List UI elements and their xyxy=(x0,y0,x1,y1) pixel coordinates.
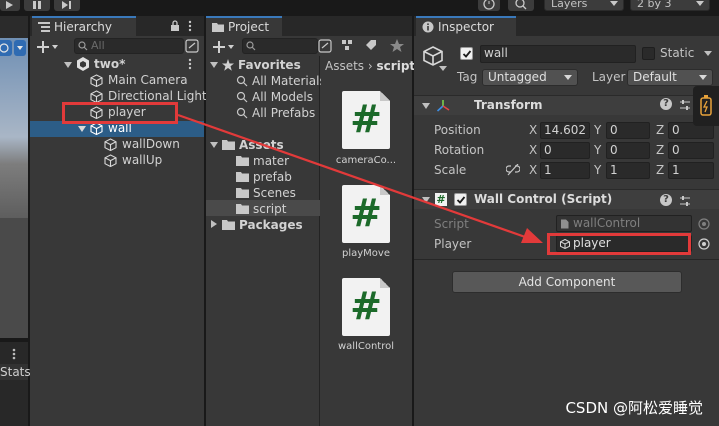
annotation-arrow xyxy=(177,113,543,243)
watermark: CSDN @阿松爱睡觉 xyxy=(565,399,703,417)
